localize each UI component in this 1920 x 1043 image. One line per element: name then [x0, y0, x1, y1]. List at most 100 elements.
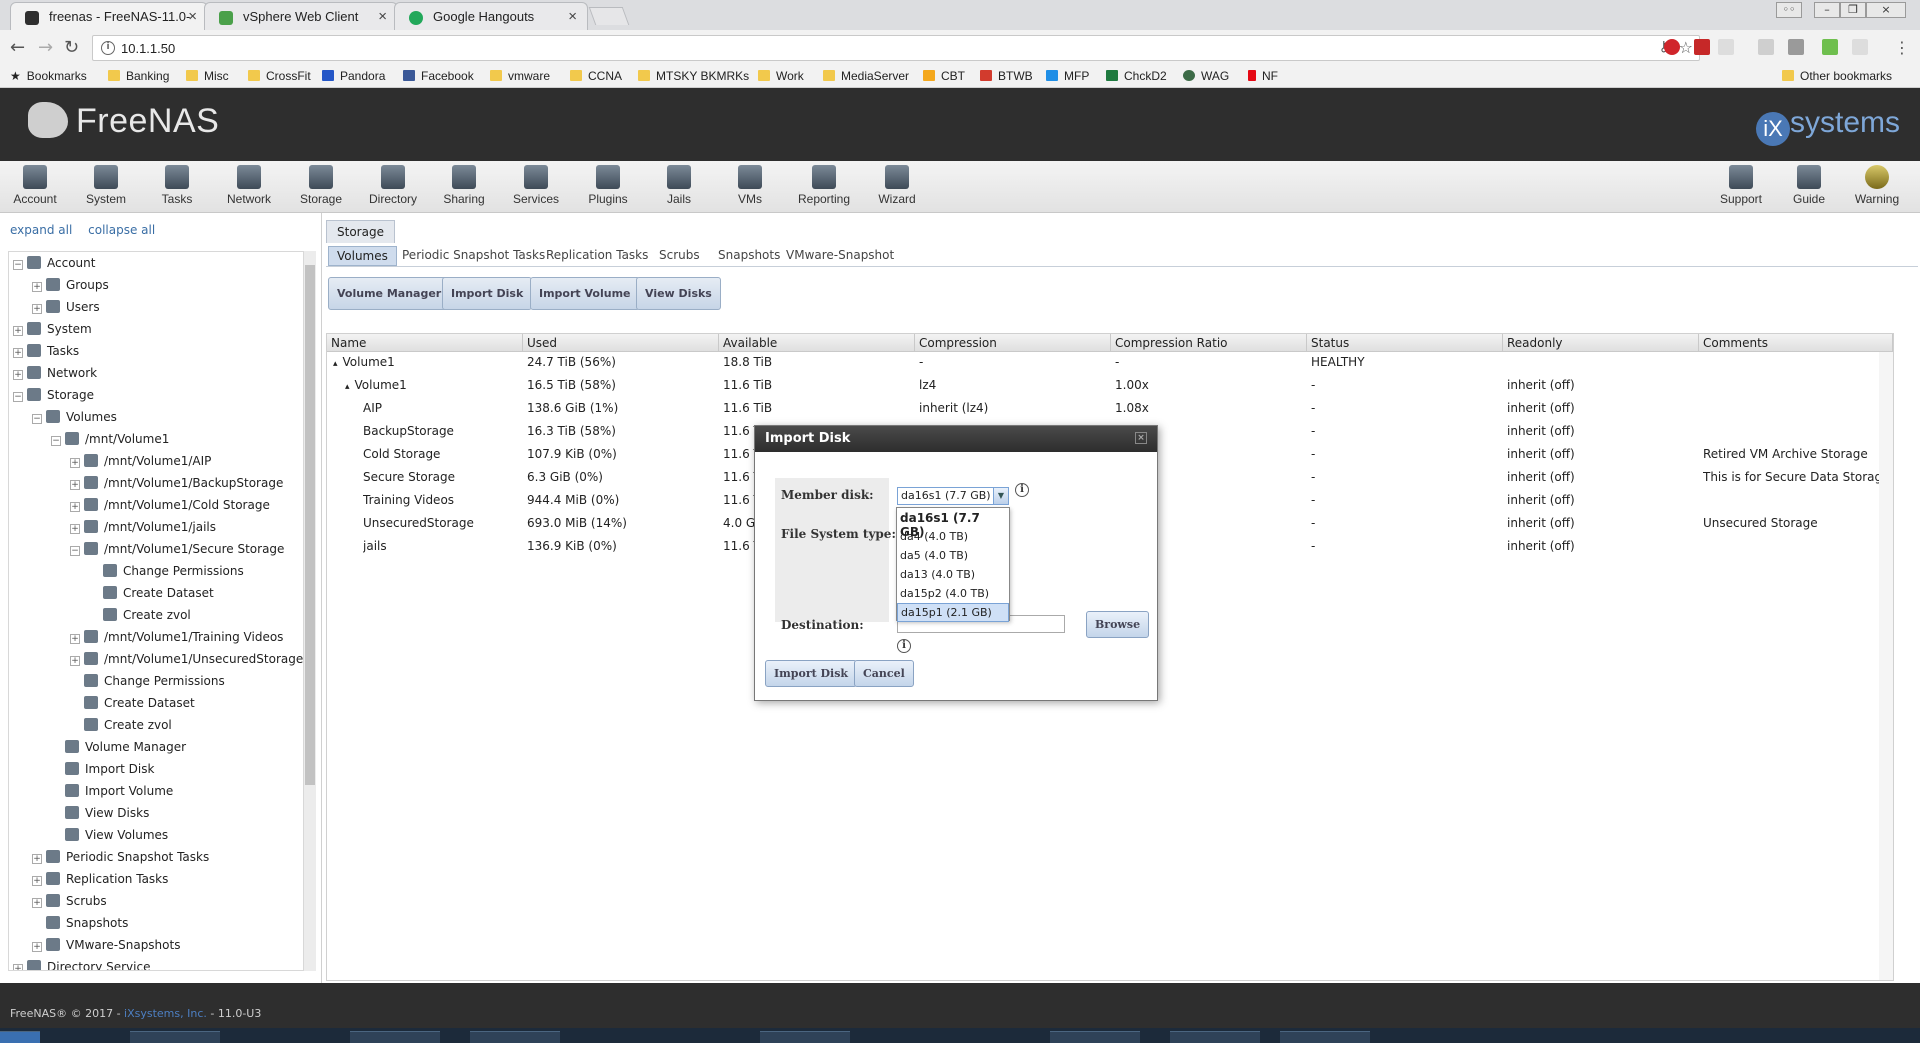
volume-manager-button[interactable]: Volume Manager [328, 277, 451, 310]
tree-node[interactable]: Import Disk [51, 762, 154, 782]
subtab-volumes[interactable]: Volumes [328, 246, 397, 266]
column-header-comments[interactable]: Comments [1699, 334, 1893, 352]
tree-node[interactable]: Volume Manager [51, 740, 186, 760]
taskbar-app[interactable] [760, 1031, 850, 1043]
info-icon[interactable]: i [1015, 483, 1029, 497]
toolbar-warning-button[interactable]: Warning [1844, 165, 1910, 206]
taskbar-app[interactable] [1170, 1031, 1260, 1043]
info-icon[interactable]: i [897, 639, 911, 653]
toolbar-plugins-button[interactable]: Plugins [575, 165, 641, 206]
bookmark-folder-crossfit[interactable]: CrossFit [248, 69, 311, 83]
bookmark-pandora[interactable]: Pandora [322, 69, 385, 83]
bookmark-mfp[interactable]: MFP [1046, 69, 1089, 83]
tree-node[interactable]: + Groups [32, 278, 109, 298]
extension-icon[interactable] [1788, 39, 1804, 55]
member-disk-select[interactable]: da16s1 (7.7 GB) ▼ [897, 487, 1009, 505]
import-disk-submit-button[interactable]: Import Disk [765, 660, 858, 687]
option-da15p2[interactable]: da15p2 (4.0 TB) [897, 585, 1009, 604]
tree-node[interactable]: + Periodic Snapshot Tasks [32, 850, 209, 870]
bookmark-chckd2[interactable]: ChckD2 [1106, 69, 1167, 83]
extension-icon[interactable] [1758, 39, 1774, 55]
taskbar-app[interactable] [130, 1031, 220, 1043]
subtab-periodic-snapshot-tasks[interactable]: Periodic Snapshot Tasks [394, 246, 553, 264]
toolbar-system-button[interactable]: System [73, 165, 139, 206]
tree-node[interactable]: + System [13, 322, 92, 342]
subtab-snapshots[interactable]: Snapshots [710, 246, 788, 264]
toolbar-reporting-button[interactable]: Reporting [791, 165, 857, 206]
tree-node[interactable]: + /mnt/Volume1/Training Videos [70, 630, 283, 650]
toolbar-tasks-button[interactable]: Tasks [144, 165, 210, 206]
tree-node[interactable]: − Volumes [32, 410, 117, 430]
forward-arrow-icon[interactable]: → [38, 37, 53, 58]
tree-node[interactable]: + /mnt/Volume1/jails [70, 520, 216, 540]
option-da16s1[interactable]: da16s1 (7.7 GB) [897, 509, 1009, 539]
browser-tab-freenas[interactable]: freenas - FreeNAS-11.0- × [10, 2, 208, 31]
browser-tab-hangouts[interactable]: Google Hangouts × [394, 2, 588, 30]
other-bookmarks-folder[interactable]: Other bookmarks [1782, 69, 1892, 83]
expand-node-icon[interactable]: + [32, 854, 42, 864]
tree-scrollbar[interactable] [304, 251, 316, 971]
collapse-node-icon[interactable]: − [13, 260, 23, 270]
bookmark-folder-work[interactable]: Work [758, 69, 804, 83]
tree-node[interactable]: Change Permissions [70, 674, 225, 694]
tree-node[interactable]: + Scrubs [32, 894, 107, 914]
tree-node[interactable]: Create zvol [70, 718, 172, 738]
site-info-icon[interactable]: i [101, 41, 115, 55]
bookmark-bookmarks[interactable]: ★ Bookmarks [10, 69, 87, 83]
bookmark-folder-ccna[interactable]: CCNA [570, 69, 622, 83]
bookmark-folder-misc[interactable]: Misc [186, 69, 229, 83]
option-da5[interactable]: da5 (4.0 TB) [897, 547, 1009, 566]
column-header-used[interactable]: Used [523, 334, 719, 352]
table-row[interactable]: ▴ Volume1 24.7 TiB (56%) 18.8 TiB - - HEALTHY [327, 352, 1893, 375]
import-volume-button[interactable]: Import Volume [530, 277, 640, 310]
freenas-logo[interactable]: FreeNAS [28, 102, 219, 141]
tree-node[interactable]: Import Volume [51, 784, 173, 804]
pinterest-extension-icon[interactable] [1718, 39, 1734, 55]
browser-menu-icon[interactable]: ⋮ [1894, 38, 1910, 57]
bookmark-wag[interactable]: WAG [1183, 69, 1229, 83]
scrollbar-thumb[interactable] [305, 265, 315, 785]
expand-node-icon[interactable]: + [70, 502, 80, 512]
tree-node[interactable]: + VMware-Snapshots [32, 938, 180, 958]
toolbar-services-button[interactable]: Services [503, 165, 569, 206]
browser-tab-vsphere[interactable]: vSphere Web Client × [204, 2, 398, 30]
tree-node[interactable]: Change Permissions [89, 564, 244, 584]
expand-node-icon[interactable]: + [32, 282, 42, 292]
expand-node-icon[interactable]: + [70, 480, 80, 490]
expand-node-icon[interactable]: + [32, 942, 42, 952]
expand-node-icon[interactable]: + [13, 326, 23, 336]
tree-node[interactable]: + Network [13, 366, 97, 386]
table-row[interactable]: AIP 138.6 GiB (1%) 11.6 TiB inherit (lz4) 1.… [327, 398, 1893, 421]
toolbar-network-button[interactable]: Network [216, 165, 282, 206]
toolbar-storage-button[interactable]: Storage [288, 165, 354, 206]
tree-node[interactable]: Create zvol [89, 608, 191, 628]
expand-node-icon[interactable]: + [32, 876, 42, 886]
tree-node[interactable]: + Replication Tasks [32, 872, 168, 892]
extension-icon[interactable] [1822, 39, 1838, 55]
toolbar-guide-button[interactable]: Guide [1776, 165, 1842, 206]
expand-node-icon[interactable]: + [13, 370, 23, 380]
tab-storage[interactable]: Storage [326, 220, 395, 243]
tree-node[interactable]: + /mnt/Volume1/BackupStorage [70, 476, 283, 496]
taskbar-app[interactable] [470, 1031, 560, 1043]
subtab-scrubs[interactable]: Scrubs [651, 246, 708, 264]
column-header-readonly[interactable]: Readonly [1503, 334, 1699, 352]
taskbar-app[interactable] [1050, 1031, 1140, 1043]
table-scrollbar[interactable] [1879, 352, 1893, 980]
column-header-compression[interactable]: Compression [915, 334, 1111, 352]
expand-node-icon[interactable]: + [32, 898, 42, 908]
toolbar-vms-button[interactable]: VMs [717, 165, 783, 206]
close-icon[interactable]: × [1135, 432, 1147, 444]
toolbar-directory-button[interactable]: Directory [360, 165, 426, 206]
column-header-available[interactable]: Available [719, 334, 915, 352]
bookmark-folder-mediaserver[interactable]: MediaServer [823, 69, 909, 83]
option-da4[interactable]: da4 (4.0 TB) [897, 528, 1009, 547]
subtab-vmware-snapshot[interactable]: VMware-Snapshot [778, 246, 902, 264]
collapse-node-icon[interactable]: − [13, 392, 23, 402]
expand-node-icon[interactable]: + [13, 348, 23, 358]
expand-node-icon[interactable]: + [13, 964, 23, 970]
tree-node[interactable]: + /mnt/Volume1/UnsecuredStorage [70, 652, 303, 672]
subtab-replication-tasks[interactable]: Replication Tasks [538, 246, 656, 264]
adblock-extension-icon[interactable] [1664, 39, 1680, 55]
bookmark-folder-mtsky[interactable]: MTSKY BKMRKs [638, 69, 749, 83]
